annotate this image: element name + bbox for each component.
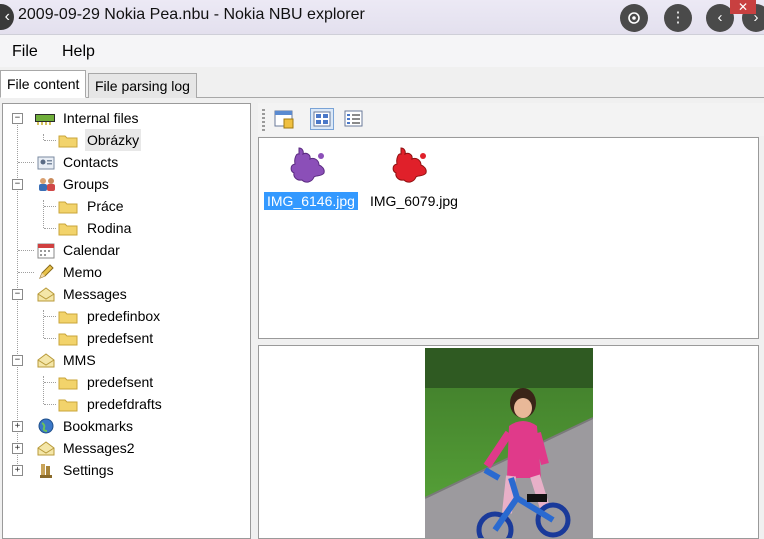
tree-item-label: predefinbox [87,308,161,324]
close-icon[interactable]: ✕ [730,0,756,14]
file-list[interactable]: IMG_6146.jpg IMG_6079.jpg [258,137,759,339]
tree-item-contacts[interactable]: Contacts [3,151,248,173]
tree-item-label: MMS [63,352,96,368]
tree-item-messages2[interactable]: + Messages2 [3,437,248,459]
tab-strip: File content File parsing log [0,67,764,98]
tree-item-label: Settings [63,462,114,478]
collapse-toggle-icon[interactable]: − [12,289,23,300]
folder-icon [57,329,78,347]
puzzle-piece-icon [392,147,427,183]
tree-item-mms[interactable]: − MMS [3,349,248,371]
expand-toggle-icon[interactable]: + [12,421,23,432]
tree-item-label: Práce [87,198,124,214]
tree-item-predefinbox[interactable]: predefinbox [3,305,248,327]
more-options-icon[interactable]: ⋮ [664,4,692,32]
pencil-icon [35,263,55,281]
tab-file-parsing-log[interactable]: File parsing log [88,73,197,98]
panel-splitter[interactable] [251,103,256,539]
file-name: IMG_6146.jpg [264,192,358,210]
tree-item-predefdrafts[interactable]: predefdrafts [3,393,248,415]
envelope-icon [35,439,55,457]
contacts-card-icon [35,153,55,171]
tree-item-label: Memo [63,264,102,280]
wrench-icon [35,461,55,479]
tree-item-label: Messages [63,286,127,302]
tree-item-messages[interactable]: − Messages [3,283,248,305]
tree-item-rodina[interactable]: Rodina [3,217,248,239]
tree-item-settings[interactable]: + Settings [3,459,248,481]
expand-toggle-icon[interactable]: + [12,465,23,476]
lens-search-icon[interactable] [620,4,648,32]
globe-icon [35,417,55,435]
memory-chip-icon [33,109,55,127]
image-preview [258,345,759,539]
menu-bar: File Help [0,35,764,67]
folder-icon [57,373,78,391]
calendar-icon [35,241,55,259]
tree-item-label: predefsent [87,374,154,390]
menu-help[interactable]: Help [62,43,95,61]
file-tree[interactable]: − Internal files Obrázky Contacts − Grou… [2,103,251,539]
people-group-icon [35,175,55,193]
tree-item-obrazky[interactable]: Obrázky [3,129,248,151]
folder-icon [57,219,78,237]
folder-icon [57,395,78,413]
expand-toggle-icon[interactable]: + [12,443,23,454]
tree-item-label: Contacts [63,154,119,170]
details-view-button[interactable] [342,108,366,130]
tree-item-label: Messages2 [63,440,135,456]
tree-item-calendar[interactable]: Calendar [3,239,248,261]
tree-item-bookmarks[interactable]: + Bookmarks [3,415,248,437]
tree-item-label: predefdrafts [87,396,162,412]
tree-item-label: Calendar [63,242,120,258]
tab-file-content[interactable]: File content [0,70,87,98]
envelope-icon [35,285,55,303]
export-view-button[interactable] [272,108,296,130]
folder-icon [57,197,78,215]
envelope-icon [35,351,55,369]
tree-item-internal-files[interactable]: − Internal files [3,107,248,129]
tree-item-memo[interactable]: Memo [3,261,248,283]
large-icons-view-button[interactable] [310,108,334,130]
tree-item-label: Rodina [87,220,132,236]
tree-item-label: Groups [63,176,109,192]
file-name: IMG_6079.jpg [370,193,458,209]
folder-icon [57,307,78,325]
tree-item-groups[interactable]: − Groups [3,173,248,195]
tree-item-predefsent[interactable]: predefsent [3,327,248,349]
back-arrow-icon[interactable]: ‹ [0,4,14,30]
title-bar: ‹ 2009-09-29 Nokia Pea.nbu - Nokia NBU e… [0,0,764,35]
preview-photo [425,348,593,538]
tree-item-label: predefsent [87,330,154,346]
puzzle-piece-icon [290,147,325,183]
collapse-toggle-icon[interactable]: − [12,179,23,190]
collapse-toggle-icon[interactable]: − [12,355,23,366]
tree-item-mms-predefsent[interactable]: predefsent [3,371,248,393]
tree-item-prace[interactable]: Práce [3,195,248,217]
toolbar-grip[interactable] [262,109,265,131]
tree-item-label: Bookmarks [63,418,134,434]
tree-item-label: Internal files [63,110,139,126]
view-toolbar [258,103,764,136]
window-title: 2009-09-29 Nokia Pea.nbu - Nokia NBU exp… [18,6,365,23]
tree-item-label: Obrázky [85,129,142,151]
folder-icon [57,131,78,149]
menu-file[interactable]: File [12,43,38,61]
collapse-toggle-icon[interactable]: − [12,113,23,124]
